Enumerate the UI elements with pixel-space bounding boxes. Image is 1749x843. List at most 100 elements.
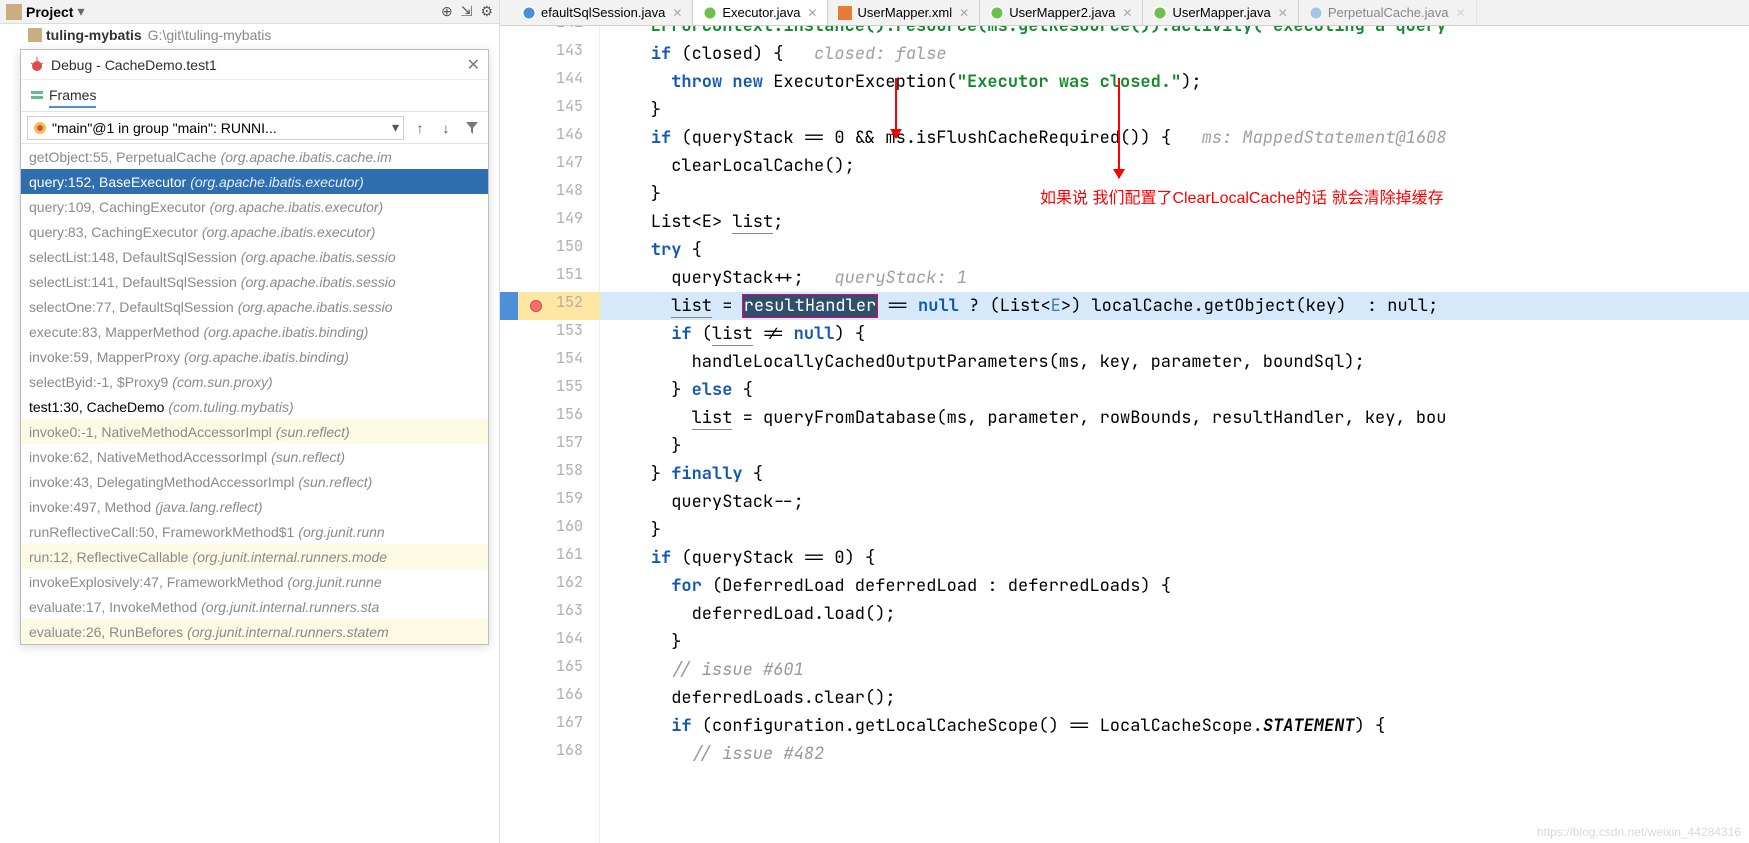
code-line[interactable]: throw new ExecutorException("Executor wa…	[600, 68, 1749, 96]
code-line[interactable]: if (list != null) {	[600, 320, 1749, 348]
stack-frame[interactable]: invoke:497, Method(java.lang.reflect)	[21, 494, 488, 519]
locate-icon[interactable]: ⊕	[441, 3, 453, 20]
line-number[interactable]: 163	[523, 600, 583, 620]
debug-titlebar[interactable]: Debug - CacheDemo.test1 ✕	[21, 50, 488, 80]
code-line[interactable]: // issue #601	[600, 656, 1749, 684]
code-line[interactable]: list = queryFromDatabase(ms, parameter, …	[600, 404, 1749, 432]
line-number[interactable]: 165	[523, 656, 583, 676]
line-number[interactable]: 146	[523, 124, 583, 144]
code-line[interactable]: if (queryStack == 0) {	[600, 544, 1749, 572]
arrow-down-icon[interactable]: ↓	[436, 118, 456, 138]
line-number[interactable]: 166	[523, 684, 583, 704]
editor-tab[interactable]: PerpetualCache.java✕	[1299, 0, 1477, 25]
line-number[interactable]: 156	[523, 404, 583, 424]
editor-tab[interactable]: UserMapper2.java✕	[980, 0, 1143, 25]
line-number[interactable]: 158	[523, 460, 583, 480]
stack-frame[interactable]: invoke:43, DelegatingMethodAccessorImpl(…	[21, 469, 488, 494]
filter-icon[interactable]	[462, 118, 482, 138]
line-number[interactable]: 147	[523, 152, 583, 172]
code-line[interactable]: queryStack--;	[600, 488, 1749, 516]
code-line[interactable]: if (queryStack == 0 && ms.isFlushCacheRe…	[600, 124, 1749, 152]
editor-area[interactable]: 1421431441451461471481491501511521531541…	[500, 26, 1749, 843]
line-number[interactable]: 168	[523, 740, 583, 760]
code-line[interactable]: queryStack++; queryStack: 1	[600, 264, 1749, 292]
stack-frame[interactable]: run:12, ReflectiveCallable(org.junit.int…	[21, 544, 488, 569]
code-line[interactable]: for (DeferredLoad deferredLoad : deferre…	[600, 572, 1749, 600]
line-number[interactable]: 167	[523, 712, 583, 732]
code-line[interactable]: handleLocallyCachedOutputParameters(ms, …	[600, 348, 1749, 376]
stack-frame[interactable]: evaluate:26, RunBefores(org.junit.intern…	[21, 619, 488, 644]
line-number[interactable]: 155	[523, 376, 583, 396]
code-surface[interactable]: ErrorContext.instance().resource(ms.getR…	[600, 26, 1749, 843]
stack-frame[interactable]: invoke:62, NativeMethodAccessorImpl(sun.…	[21, 444, 488, 469]
stack-frame[interactable]: test1:30, CacheDemo(com.tuling.mybatis)	[21, 394, 488, 419]
line-number[interactable]: 159	[523, 488, 583, 508]
code-line[interactable]: deferredLoad.load();	[600, 600, 1749, 628]
line-number[interactable]: 157	[523, 432, 583, 452]
code-line[interactable]: deferredLoads.clear();	[600, 684, 1749, 712]
tab-close-icon[interactable]: ✕	[1122, 6, 1132, 20]
editor-tab[interactable]: UserMapper.xml✕	[828, 0, 980, 25]
code-line[interactable]: } finally {	[600, 460, 1749, 488]
line-number[interactable]: 143	[523, 40, 583, 60]
line-number[interactable]: 145	[523, 96, 583, 116]
line-number[interactable]: 142	[523, 26, 583, 32]
stack-frame[interactable]: invokeExplosively:47, FrameworkMethod(or…	[21, 569, 488, 594]
code-line[interactable]: list = resultHandler == null ? (List<E>)…	[600, 292, 1749, 320]
code-line[interactable]: try {	[600, 236, 1749, 264]
gutter[interactable]: 1421431441451461471481491501511521531541…	[500, 26, 600, 843]
thread-selector[interactable]: "main"@1 in group "main": RUNNI... ▾	[27, 116, 404, 140]
code-line[interactable]: }	[600, 516, 1749, 544]
tab-close-icon[interactable]: ✕	[1278, 6, 1288, 20]
gear-icon[interactable]: ⚙	[480, 3, 493, 20]
stack-frame[interactable]: selectList:141, DefaultSqlSession(org.ap…	[21, 269, 488, 294]
editor-tab[interactable]: UserMapper.java✕	[1143, 0, 1298, 25]
chevron-down-icon[interactable]: ▾	[77, 3, 84, 20]
line-number[interactable]: 151	[523, 264, 583, 284]
stack-frame[interactable]: selectOne:77, DefaultSqlSession(org.apac…	[21, 294, 488, 319]
editor-tab[interactable]: efaultSqlSession.java✕	[512, 0, 693, 25]
stack-frame[interactable]: selectByid:-1, $Proxy9(com.sun.proxy)	[21, 369, 488, 394]
stack-frame[interactable]: query:109, CachingExecutor(org.apache.ib…	[21, 194, 488, 219]
line-number[interactable]: 144	[523, 68, 583, 88]
stack-frame[interactable]: evaluate:17, InvokeMethod(org.junit.inte…	[21, 594, 488, 619]
line-number[interactable]: 154	[523, 348, 583, 368]
stack-frame[interactable]: invoke0:-1, NativeMethodAccessorImpl(sun…	[21, 419, 488, 444]
tab-close-icon[interactable]: ✕	[1456, 6, 1466, 20]
line-number[interactable]: 148	[523, 180, 583, 200]
line-number[interactable]: 160	[523, 516, 583, 536]
project-label[interactable]: Project	[26, 4, 73, 20]
stack-frame[interactable]: getObject:55, PerpetualCache(org.apache.…	[21, 144, 488, 169]
tab-close-icon[interactable]: ✕	[672, 6, 682, 20]
tab-close-icon[interactable]: ✕	[959, 6, 969, 20]
stack-frame[interactable]: invoke:59, MapperProxy(org.apache.ibatis…	[21, 344, 488, 369]
stack-frame[interactable]: query:152, BaseExecutor(org.apache.ibati…	[21, 169, 488, 194]
code-line[interactable]: }	[600, 96, 1749, 124]
code-line[interactable]: List<E> list;	[600, 208, 1749, 236]
code-line[interactable]: // issue #482	[600, 740, 1749, 768]
code-line[interactable]: }	[600, 628, 1749, 656]
code-line[interactable]: ErrorContext.instance().resource(ms.getR…	[600, 26, 1749, 40]
code-line[interactable]: clearLocalCache();	[600, 152, 1749, 180]
tab-close-icon[interactable]: ✕	[807, 6, 817, 20]
editor-tab[interactable]: Executor.java✕	[693, 0, 828, 25]
code-line[interactable]: } else {	[600, 376, 1749, 404]
stack-frame[interactable]: selectList:148, DefaultSqlSession(org.ap…	[21, 244, 488, 269]
arrow-up-icon[interactable]: ↑	[410, 118, 430, 138]
breadcrumb-name[interactable]: tuling-mybatis	[46, 27, 142, 43]
line-number[interactable]: 164	[523, 628, 583, 648]
line-number[interactable]: 153	[523, 320, 583, 340]
code-line[interactable]: if (closed) { closed: false	[600, 40, 1749, 68]
stack-frame[interactable]: execute:83, MapperMethod(org.apache.ibat…	[21, 319, 488, 344]
line-number[interactable]: 149	[523, 208, 583, 228]
stack-frame[interactable]: runReflectiveCall:50, FrameworkMethod$1(…	[21, 519, 488, 544]
code-line[interactable]: }	[600, 432, 1749, 460]
collapse-icon[interactable]: ⇲	[461, 3, 473, 20]
code-line[interactable]: if (configuration.getLocalCacheScope() =…	[600, 712, 1749, 740]
stack-frame[interactable]: query:83, CachingExecutor(org.apache.iba…	[21, 219, 488, 244]
frames-label[interactable]: Frames	[49, 87, 96, 108]
line-number[interactable]: 150	[523, 236, 583, 256]
close-icon[interactable]: ✕	[467, 55, 480, 75]
line-number[interactable]: 162	[523, 572, 583, 592]
line-number[interactable]: 161	[523, 544, 583, 564]
